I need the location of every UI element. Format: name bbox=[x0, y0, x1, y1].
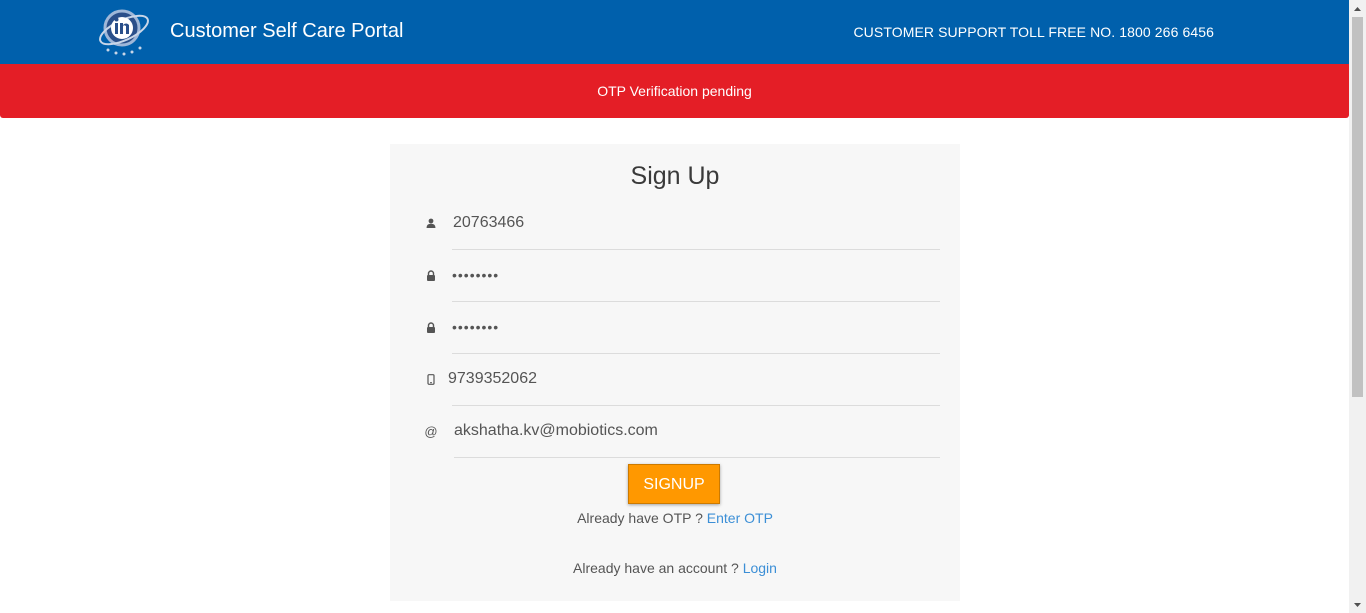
field-underline bbox=[452, 301, 940, 302]
enter-otp-link[interactable]: Enter OTP bbox=[707, 510, 773, 526]
alert-message: OTP Verification pending bbox=[597, 83, 752, 99]
email-field[interactable]: @ akshatha.kv@mobiotics.com bbox=[424, 414, 940, 458]
scroll-down-arrow-icon[interactable] bbox=[1349, 596, 1366, 613]
top-header: Customer Self Care Portal CUSTOMER SUPPO… bbox=[0, 0, 1349, 64]
password-field[interactable]: •••••••• bbox=[424, 258, 940, 302]
signup-title: Sign Up bbox=[630, 162, 720, 190]
signup-card: Sign Up 20763466 •••••••• •••••••• 97393… bbox=[390, 144, 960, 601]
portal-title: Customer Self Care Portal bbox=[170, 20, 404, 42]
otp-link-line: Already have OTP ? Enter OTP bbox=[390, 510, 960, 526]
field-underline bbox=[452, 405, 940, 406]
support-number: CUSTOMER SUPPORT TOLL FREE NO. 1800 266 … bbox=[853, 24, 1214, 40]
scroll-up-arrow-icon[interactable] bbox=[1349, 0, 1366, 17]
user-id-value[interactable]: 20763466 bbox=[453, 214, 524, 232]
lock-icon bbox=[424, 320, 438, 334]
confirm-password-field[interactable]: •••••••• bbox=[424, 310, 940, 354]
login-prompt: Already have an account ? bbox=[573, 560, 739, 576]
at-icon: @ bbox=[424, 423, 438, 439]
login-link[interactable]: Login bbox=[743, 560, 777, 576]
mobile-value[interactable]: 9739352062 bbox=[448, 370, 537, 388]
company-logo[interactable] bbox=[96, 4, 152, 58]
scroll-thumb[interactable] bbox=[1352, 17, 1363, 397]
otp-alert-banner: OTP Verification pending bbox=[0, 64, 1349, 118]
otp-prompt: Already have OTP ? bbox=[577, 510, 703, 526]
field-underline bbox=[454, 457, 940, 458]
user-id-field[interactable]: 20763466 bbox=[424, 206, 940, 250]
lock-icon bbox=[424, 268, 438, 282]
vertical-scrollbar[interactable] bbox=[1349, 0, 1366, 613]
user-icon bbox=[424, 216, 438, 230]
field-underline bbox=[452, 353, 940, 354]
email-value[interactable]: akshatha.kv@mobiotics.com bbox=[454, 422, 658, 440]
password-value[interactable]: •••••••• bbox=[452, 267, 499, 283]
signup-button[interactable]: SIGNUP bbox=[628, 464, 720, 504]
confirm-password-value[interactable]: •••••••• bbox=[452, 319, 499, 335]
field-underline bbox=[452, 249, 940, 250]
login-link-line: Already have an account ? Login bbox=[390, 560, 960, 576]
mobile-icon bbox=[424, 372, 438, 386]
mobile-field[interactable]: 9739352062 bbox=[424, 362, 940, 406]
